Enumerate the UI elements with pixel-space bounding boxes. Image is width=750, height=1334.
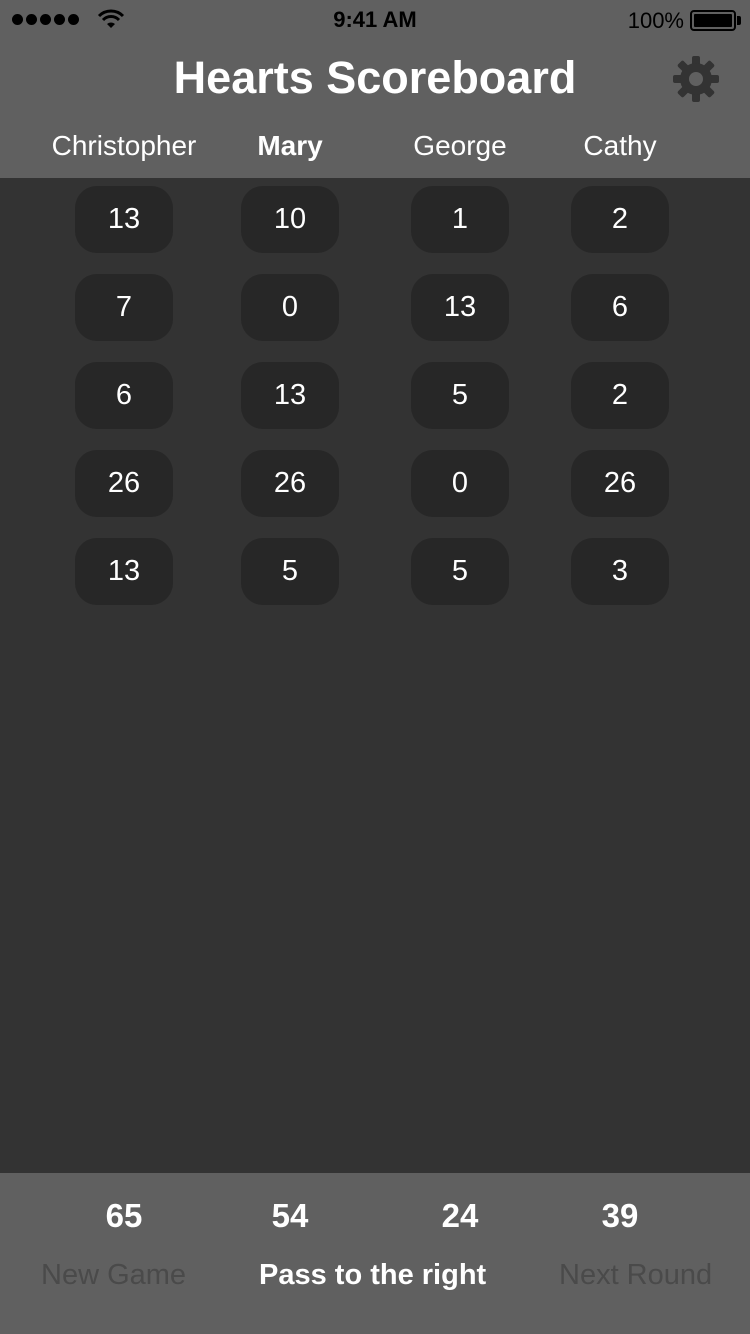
score-cell[interactable]: 6 bbox=[75, 362, 173, 429]
total-score-cathy: 39 bbox=[601, 1197, 639, 1234]
score-cell[interactable]: 2 bbox=[571, 186, 669, 253]
round-row: 6 13 5 2 bbox=[0, 362, 750, 450]
page-title: Hearts Scoreboard bbox=[173, 52, 577, 103]
score-cell[interactable]: 13 bbox=[411, 274, 509, 341]
battery-cap bbox=[737, 16, 741, 25]
score-cell[interactable]: 26 bbox=[241, 450, 339, 517]
score-cell[interactable]: 5 bbox=[241, 538, 339, 605]
score-cell[interactable]: 2 bbox=[571, 362, 669, 429]
score-cell[interactable]: 3 bbox=[571, 538, 669, 605]
score-cell[interactable]: 7 bbox=[75, 274, 173, 341]
pass-direction-button[interactable]: Pass to the right bbox=[259, 1259, 486, 1292]
round-row: 13 10 1 2 bbox=[0, 186, 750, 274]
score-grid: 13 10 1 2 7 0 13 6 6 13 5 2 26 26 0 26 1… bbox=[0, 186, 750, 626]
header-bar: 9:41 AM 100% Hearts Scoreboard Christoph… bbox=[0, 0, 750, 178]
round-row: 7 0 13 6 bbox=[0, 274, 750, 362]
score-cell[interactable]: 26 bbox=[75, 450, 173, 517]
status-bar: 9:41 AM 100% bbox=[0, 0, 750, 40]
score-cell[interactable]: 0 bbox=[411, 450, 509, 517]
score-cell[interactable]: 13 bbox=[241, 362, 339, 429]
battery-percentage: 100% bbox=[627, 8, 684, 33]
new-game-button[interactable]: New Game bbox=[41, 1259, 186, 1292]
total-score-christopher: 65 bbox=[105, 1197, 143, 1234]
score-cell[interactable]: 5 bbox=[411, 362, 509, 429]
score-cell[interactable]: 26 bbox=[571, 450, 669, 517]
total-score-george: 24 bbox=[441, 1197, 479, 1234]
score-cell[interactable]: 0 bbox=[241, 274, 339, 341]
footer-bar: 65 54 24 39 New Game Pass to the right N… bbox=[0, 1173, 750, 1334]
score-cell[interactable]: 1 bbox=[411, 186, 509, 253]
round-row: 13 5 5 3 bbox=[0, 538, 750, 626]
player-name-george[interactable]: George bbox=[375, 130, 545, 162]
score-cell[interactable]: 13 bbox=[75, 186, 173, 253]
player-header-row: Christopher Mary George Cathy bbox=[0, 130, 750, 170]
player-name-mary[interactable]: Mary bbox=[205, 130, 375, 162]
next-round-button[interactable]: Next Round bbox=[559, 1259, 712, 1292]
score-cell[interactable]: 13 bbox=[75, 538, 173, 605]
total-score-mary: 54 bbox=[271, 1197, 309, 1234]
player-name-christopher[interactable]: Christopher bbox=[39, 130, 209, 162]
round-row: 26 26 0 26 bbox=[0, 450, 750, 538]
score-cell[interactable]: 10 bbox=[241, 186, 339, 253]
gear-icon[interactable] bbox=[672, 55, 720, 103]
score-cell[interactable]: 5 bbox=[411, 538, 509, 605]
score-cell[interactable]: 6 bbox=[571, 274, 669, 341]
player-name-cathy[interactable]: Cathy bbox=[535, 130, 705, 162]
battery-icon bbox=[690, 10, 736, 31]
